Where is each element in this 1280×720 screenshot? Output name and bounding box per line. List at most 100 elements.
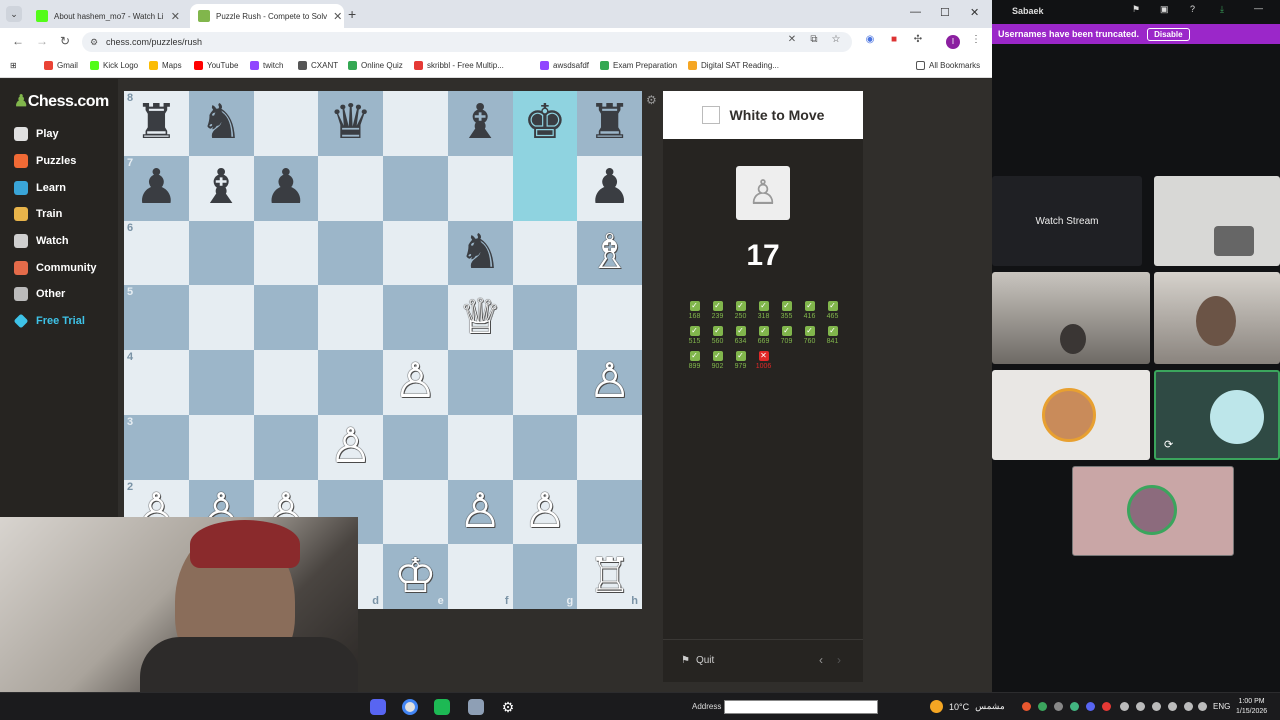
square-a8[interactable]: 8 ♜ <box>124 91 189 156</box>
board-settings-gear-icon[interactable]: ⚙ <box>646 93 657 107</box>
square-e6[interactable] <box>383 220 448 286</box>
minimize-icon[interactable]: — <box>1254 3 1263 13</box>
avatar-tile-2-speaking[interactable]: ⟳ <box>1154 370 1280 460</box>
translate-icon[interactable]: ⧉ <box>808 34 820 46</box>
square-d6[interactable] <box>318 220 383 286</box>
chevron-right-icon[interactable]: › <box>837 653 841 667</box>
mute-icon[interactable]: ✕ <box>786 34 798 46</box>
tray-app-icon[interactable] <box>1054 702 1063 711</box>
square-c4[interactable] <box>253 350 319 415</box>
square-h8[interactable]: ♜ <box>577 91 642 156</box>
apps-icon[interactable]: ⊞ <box>10 61 17 70</box>
tray-network-icon[interactable] <box>1136 702 1145 711</box>
sidebar-item-learn[interactable]: Learn <box>14 181 66 195</box>
video-tile-participant-1[interactable] <box>992 272 1150 364</box>
chess-piece[interactable]: ♛ <box>329 99 372 147</box>
square-g7[interactable] <box>512 155 578 221</box>
settings-gear-icon[interactable]: ⚙ <box>500 699 516 715</box>
square-e2[interactable] <box>383 479 448 545</box>
tray-app-icon[interactable] <box>1102 702 1111 711</box>
input-language[interactable]: ENG <box>1213 702 1230 711</box>
chess-piece[interactable]: ♞ <box>459 228 502 277</box>
square-d7[interactable] <box>318 155 383 221</box>
tray-app-icon[interactable] <box>1038 702 1047 711</box>
profile-avatar[interactable]: I <box>946 35 960 49</box>
extension-audio-icon[interactable]: ◉ <box>864 34 876 46</box>
square-e7[interactable] <box>383 155 448 221</box>
square-d8[interactable]: ♛ <box>318 91 383 156</box>
tray-bm-icon[interactable] <box>1152 702 1161 711</box>
square-h4[interactable]: ♙ <box>577 350 642 415</box>
square-g3[interactable] <box>512 414 578 480</box>
square-b8[interactable]: ♞ <box>188 91 254 156</box>
chess-piece[interactable]: ♙ <box>394 358 437 406</box>
video-tile-participant-2[interactable] <box>1154 272 1280 364</box>
square-c8[interactable] <box>253 91 319 156</box>
bookmark-maps[interactable]: Maps <box>149 61 182 70</box>
chess-piece[interactable]: ♞ <box>200 99 243 147</box>
square-f4[interactable] <box>447 350 513 415</box>
chess-piece[interactable]: ♕ <box>459 293 502 342</box>
screen-icon[interactable]: ▣ <box>1160 4 1169 15</box>
square-b5[interactable] <box>188 285 254 350</box>
chess-piece[interactable]: ♙ <box>523 487 566 536</box>
chess-piece[interactable]: ♟ <box>588 164 631 212</box>
square-h1[interactable]: h ♖ <box>577 544 642 609</box>
chess-piece[interactable]: ♖ <box>588 552 631 601</box>
square-h7[interactable]: ♟ <box>577 155 642 221</box>
square-a7[interactable]: 7 ♟ <box>124 155 189 221</box>
square-h5[interactable] <box>577 285 642 350</box>
chess-piece[interactable]: ♜ <box>135 99 178 147</box>
sidebar-item-play[interactable]: Play <box>14 127 59 141</box>
bookmark-awsdsafdf[interactable]: awsdsafdf <box>540 61 589 70</box>
square-f8[interactable]: ♝ <box>447 91 513 156</box>
square-c7[interactable]: ♟ <box>253 155 319 221</box>
back-button[interactable]: ← <box>12 34 24 48</box>
square-e8[interactable] <box>383 91 448 156</box>
chess-piece[interactable]: ♟ <box>135 164 178 212</box>
all-bookmarks[interactable]: All Bookmarks <box>916 61 980 70</box>
disable-button[interactable]: Disable <box>1147 27 1190 41</box>
square-e1[interactable]: e ♔ <box>383 544 448 609</box>
square-g5[interactable] <box>512 285 578 350</box>
extensions-icon[interactable]: ✣ <box>912 34 924 46</box>
bookmark-gmail[interactable]: Gmail <box>44 61 78 70</box>
chess-piece[interactable]: ♝ <box>459 99 502 147</box>
square-h6[interactable]: ♗ <box>577 220 642 286</box>
microphone-icon[interactable] <box>1168 702 1177 711</box>
chess-piece[interactable]: ♙ <box>459 487 502 536</box>
pen-taskbar-icon[interactable] <box>468 699 484 715</box>
bookmark-online-quiz[interactable]: Online Quiz <box>348 61 403 70</box>
square-d5[interactable] <box>318 285 383 350</box>
square-a4[interactable]: 4 <box>124 350 189 415</box>
square-c6[interactable] <box>253 220 319 286</box>
new-tab-button[interactable]: + <box>348 6 356 22</box>
square-b7[interactable]: ♝ <box>188 155 254 221</box>
maximize-button[interactable]: ☐ <box>940 6 950 19</box>
forward-button[interactable]: → <box>36 34 48 48</box>
site-info-icon[interactable]: ⚙ <box>90 32 98 52</box>
square-a3[interactable]: 3 <box>124 414 189 480</box>
tab-puzzle-rush[interactable]: Puzzle Rush - Compete to Solv ✕ <box>190 4 344 28</box>
square-f5[interactable]: ♕ <box>447 285 513 350</box>
square-f3[interactable] <box>447 414 513 480</box>
chess-piece[interactable]: ♗ <box>588 228 631 277</box>
tray-discord-icon[interactable] <box>1086 702 1095 711</box>
square-b6[interactable] <box>188 220 254 286</box>
square-e4[interactable]: ♙ <box>383 350 448 415</box>
sidebar-item-puzzles[interactable]: Puzzles <box>14 154 76 168</box>
sidebar-item-other[interactable]: Other <box>14 287 65 301</box>
menu-icon[interactable]: ⋮ <box>970 34 982 46</box>
square-d3[interactable]: ♙ <box>318 414 383 480</box>
square-g2[interactable]: ♙ <box>512 479 578 545</box>
chrome-taskbar-icon[interactable] <box>402 699 418 715</box>
square-d4[interactable] <box>318 350 383 415</box>
sidebar-item-free-trial[interactable]: Free Trial <box>13 313 85 329</box>
help-icon[interactable]: ? <box>1190 4 1195 14</box>
chess-piece[interactable]: ♜ <box>588 99 631 147</box>
chess-piece[interactable]: ♙ <box>329 423 372 471</box>
square-g1[interactable]: g <box>512 544 578 609</box>
tab-kick[interactable]: About hashem_mo7 - Watch Li ✕ <box>28 4 188 28</box>
discord-taskbar-icon[interactable] <box>370 699 386 715</box>
quit-button[interactable]: ⚑ Quit <box>681 655 714 666</box>
